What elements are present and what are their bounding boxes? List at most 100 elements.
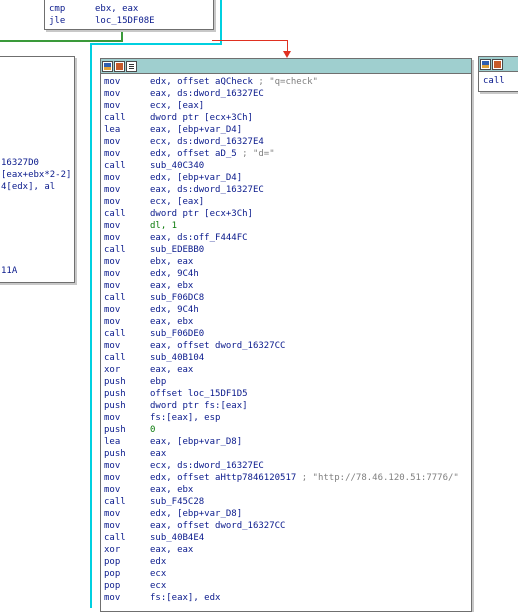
right-code-block[interactable]: call bbox=[478, 56, 518, 92]
operands: ecx bbox=[150, 569, 167, 579]
top-code-listing: cmp ebx, eax jle loc_15DF08E bbox=[49, 3, 213, 27]
graph-color-icon[interactable] bbox=[102, 60, 113, 72]
code-line: mov ecx, ds:dword_16327E4 bbox=[104, 136, 471, 148]
mnemonic: push bbox=[104, 377, 126, 387]
operands: ecx, [eax] bbox=[150, 197, 205, 207]
code-line: cmp ebx, eax bbox=[49, 4, 139, 14]
graph-color-icon[interactable] bbox=[480, 58, 491, 70]
operands: sub_F06DE0 bbox=[150, 329, 205, 339]
main-block-titlebar bbox=[101, 59, 471, 74]
mnemonic: mov bbox=[104, 77, 121, 87]
mnemonic: mov bbox=[104, 233, 121, 243]
mnemonic: pop bbox=[104, 581, 121, 591]
operands: edx, [ebp+var_D8] bbox=[150, 509, 243, 519]
mnemonic: mov bbox=[104, 461, 121, 471]
code-comment: ; "q=check" bbox=[258, 77, 318, 87]
mnemonic: mov bbox=[104, 341, 121, 351]
operands: edx, offset aHttp7846120517 bbox=[150, 473, 302, 483]
top-code-block[interactable]: cmp ebx, eax jle loc_15DF08E bbox=[44, 0, 214, 30]
code-line: lea eax, [ebp+var_D4] bbox=[104, 124, 471, 136]
mnemonic: call bbox=[104, 113, 126, 123]
operands: ebx, eax bbox=[150, 257, 194, 267]
code-line: push dword ptr fs:[eax] bbox=[104, 400, 471, 412]
operands: offset loc_15DF1D5 bbox=[150, 389, 248, 399]
code-line: push 0 bbox=[104, 424, 471, 436]
code-line: push offset loc_15DF1D5 bbox=[104, 388, 471, 400]
code-line: xor eax, eax bbox=[104, 364, 471, 376]
code-line: jle loc_15DF08E bbox=[49, 16, 155, 26]
mnemonic: mov bbox=[104, 305, 121, 315]
mnemonic: mov bbox=[104, 137, 121, 147]
code-line: call sub_EDEBB0 bbox=[104, 244, 471, 256]
mnemonic: call bbox=[104, 353, 126, 363]
code-line: 16327D0 bbox=[1, 158, 39, 168]
edge-cyan-vertical-a bbox=[220, 0, 222, 44]
operands: ebp bbox=[150, 377, 167, 387]
mnemonic: mov bbox=[104, 317, 121, 327]
mnemonic: lea bbox=[104, 125, 121, 135]
code-line: mov eax, ebx bbox=[104, 280, 471, 292]
code-line: 4[edx], al bbox=[1, 182, 56, 192]
code-line: mov edx, [ebp+var_D8] bbox=[104, 508, 471, 520]
operands: eax, eax bbox=[150, 365, 194, 375]
operands: eax, eax bbox=[150, 545, 194, 555]
operands: edx, [ebp+var_D4] bbox=[150, 173, 243, 183]
operands: ecx bbox=[150, 581, 167, 591]
left-code-block[interactable]: 16327D0 [eax+ebx*2-2] 4[edx], al 11A bbox=[0, 56, 75, 283]
mnemonic: call bbox=[104, 497, 126, 507]
code-line: pop edx bbox=[104, 556, 471, 568]
mnemonic: xor bbox=[104, 365, 121, 375]
operands: eax, [ebp+var_D8] bbox=[150, 437, 243, 447]
left-code-listing: 16327D0 [eax+ebx*2-2] 4[edx], al 11A bbox=[1, 157, 74, 277]
operands: sub_40B4E4 bbox=[150, 533, 205, 543]
graph-edit-icon[interactable] bbox=[492, 58, 503, 70]
code-line: push ebp bbox=[104, 376, 471, 388]
code-line: xor eax, eax bbox=[104, 544, 471, 556]
code-line: mov ecx, [eax] bbox=[104, 196, 471, 208]
code-line: mov eax, offset dword_16327CC bbox=[104, 340, 471, 352]
operands: edx, offset aQCheck bbox=[150, 77, 259, 87]
mnemonic: mov bbox=[104, 269, 121, 279]
code-line: [eax+ebx*2-2] bbox=[1, 170, 72, 180]
code-line: mov ecx, ds:dword_16327EC bbox=[104, 460, 471, 472]
operands: eax bbox=[150, 449, 167, 459]
code-line: pop ecx bbox=[104, 568, 471, 580]
code-line: mov edx, offset aQCheck ; "q=check" bbox=[104, 76, 471, 88]
mnemonic: mov bbox=[104, 257, 121, 267]
mnemonic: mov bbox=[104, 89, 121, 99]
operands: eax, [ebp+var_D4] bbox=[150, 125, 243, 135]
code-line: mov edx, offset aD_5 ; "d=" bbox=[104, 148, 471, 160]
right-block-titlebar bbox=[479, 57, 518, 72]
mnemonic: mov bbox=[104, 173, 121, 183]
main-code-block[interactable]: mov edx, offset aQCheck ; "q=check" mov eax… bbox=[100, 58, 472, 612]
operands: sub_F45C28 bbox=[150, 497, 205, 507]
code-line: call dword ptr [ecx+3Ch] bbox=[104, 112, 471, 124]
graph-list-icon[interactable] bbox=[126, 60, 137, 72]
code-line: mov ecx, [eax] bbox=[104, 100, 471, 112]
right-code-listing: call bbox=[483, 75, 518, 87]
code-line: mov ebx, eax bbox=[104, 256, 471, 268]
operands: ecx, ds:dword_16327EC bbox=[150, 461, 264, 471]
edge-cyan-vertical-b bbox=[90, 43, 92, 608]
operands: sub_40C340 bbox=[150, 161, 205, 171]
operands: fs:[eax], edx bbox=[150, 593, 221, 603]
graph-edit-icon[interactable] bbox=[114, 60, 125, 72]
operands: eax, offset dword_16327CC bbox=[150, 521, 286, 531]
operands: eax, ds:off_F444FC bbox=[150, 233, 248, 243]
code-line: mov edx, 9C4h bbox=[104, 304, 471, 316]
mnemonic: push bbox=[104, 401, 126, 411]
mnemonic: mov bbox=[104, 281, 121, 291]
operands: sub_40B104 bbox=[150, 353, 205, 363]
code-line: mov eax, offset dword_16327CC bbox=[104, 520, 471, 532]
operands: dword ptr fs:[eax] bbox=[150, 401, 248, 411]
edge-green-vertical bbox=[121, 28, 123, 42]
mnemonic: call bbox=[104, 245, 126, 255]
code-line: mov dl, 1 bbox=[104, 220, 471, 232]
code-line: mov eax, ds:off_F444FC bbox=[104, 232, 471, 244]
code-line: mov eax, ebx bbox=[104, 316, 471, 328]
